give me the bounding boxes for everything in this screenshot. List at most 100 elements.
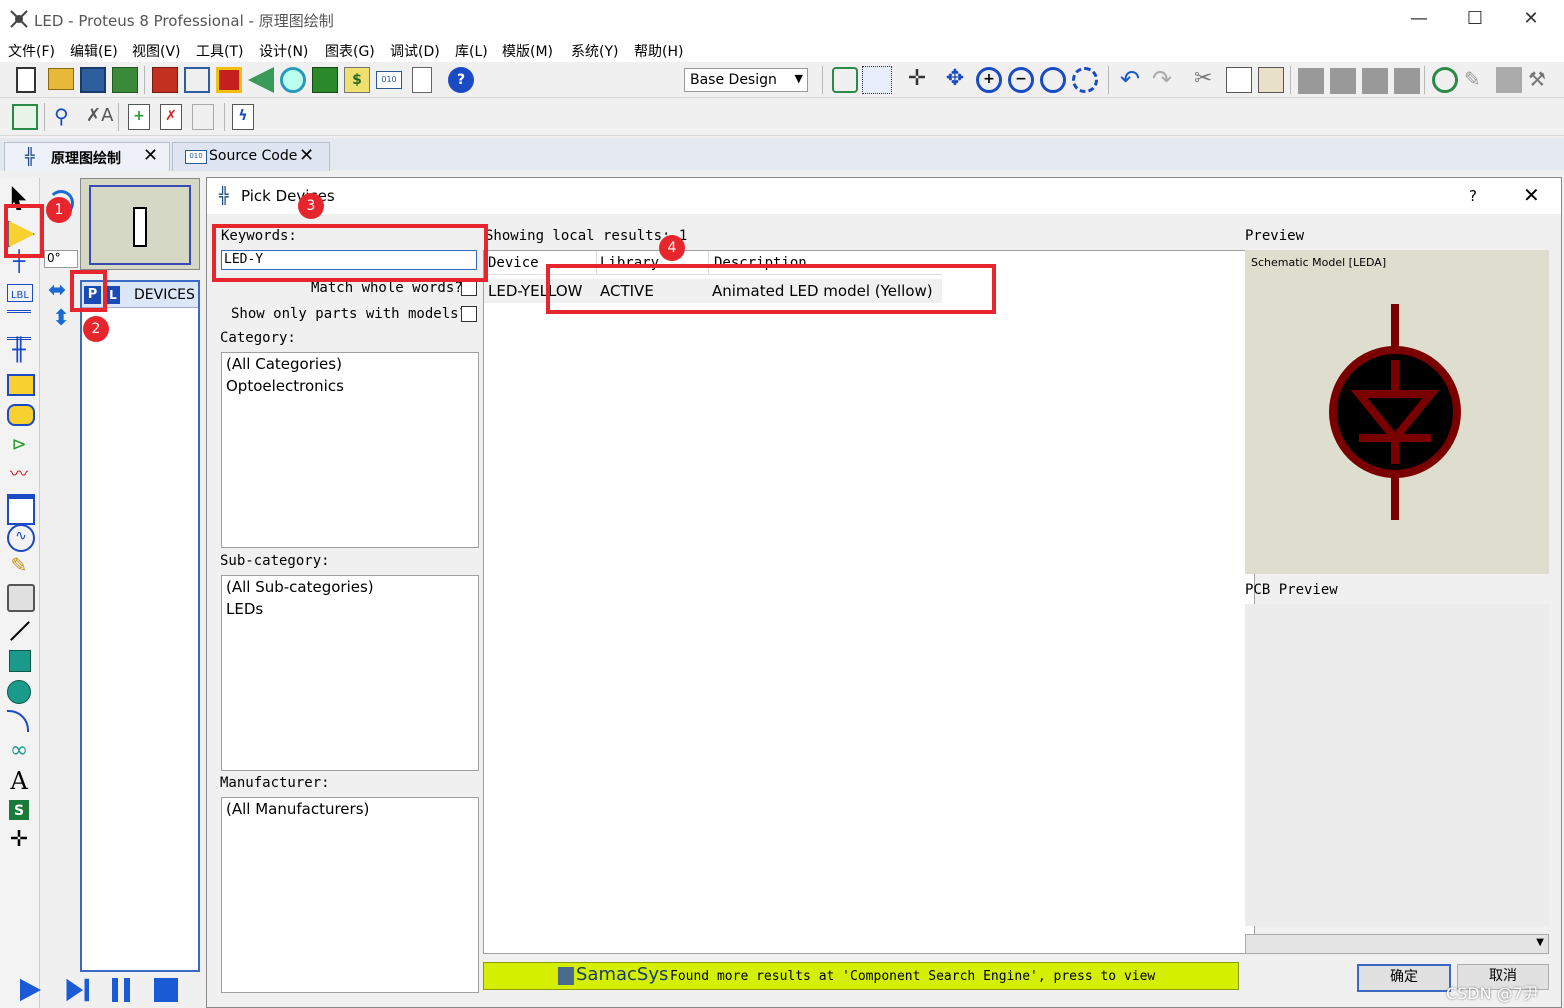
angle-field[interactable]: 0° <box>44 250 78 268</box>
virtual-instrument-icon[interactable] <box>7 584 35 612</box>
circle-tool-icon[interactable] <box>7 680 31 704</box>
graph-icon[interactable]: 〰 <box>7 464 31 488</box>
flip-vertical-icon[interactable]: ⬍ <box>52 306 70 331</box>
sheet-hierarchy-icon[interactable] <box>192 104 214 130</box>
new-file-icon[interactable] <box>16 67 36 93</box>
menu-debug[interactable]: 调试(D) <box>390 41 440 61</box>
component-search-banner[interactable]: SamacSys Found more results at 'Componen… <box>483 962 1239 990</box>
pause-button[interactable] <box>112 978 118 1002</box>
subcircuit-icon[interactable] <box>7 374 35 396</box>
ok-button[interactable]: 确定 <box>1357 964 1451 992</box>
schematic-icon[interactable] <box>184 67 210 93</box>
design-select[interactable]: Base Design ▼ <box>684 68 808 92</box>
new-sheet-icon[interactable]: + <box>128 104 150 130</box>
dialog-help-button[interactable]: ? <box>1469 187 1477 205</box>
bus-icon[interactable]: ╫ <box>7 340 31 364</box>
pick-parts-icon[interactable] <box>1432 67 1458 93</box>
menu-help[interactable]: 帮助(H) <box>634 41 683 61</box>
open-folder-icon[interactable] <box>48 68 74 90</box>
list-item[interactable]: (All Sub-categories) <box>222 576 478 598</box>
list-item[interactable]: (All Categories) <box>222 353 478 375</box>
copy-icon[interactable] <box>1226 67 1252 93</box>
close-project-icon[interactable] <box>112 67 138 93</box>
decompose-icon[interactable]: ⚒ <box>1528 67 1554 93</box>
pan-icon[interactable]: ✥ <box>942 67 968 93</box>
tab-source-code[interactable]: 010 Source Code ✕ <box>172 142 330 171</box>
save-icon[interactable] <box>80 67 106 93</box>
symbol-tool-icon[interactable]: S <box>9 800 29 820</box>
close-tab-icon[interactable]: ✕ <box>299 145 314 166</box>
footprint-select[interactable]: ▼ <box>1245 934 1549 954</box>
grid-toggle-icon[interactable] <box>862 66 892 94</box>
terminal-icon[interactable] <box>7 404 35 426</box>
pcb-layout-icon[interactable] <box>216 67 242 93</box>
dialog-close-button[interactable]: ✕ <box>1523 183 1540 207</box>
redo-icon[interactable]: ↷ <box>1152 67 1178 93</box>
menu-tools[interactable]: 工具(T) <box>196 41 243 61</box>
3d-viewer-icon[interactable] <box>280 67 306 93</box>
probe-icon[interactable]: ✎ <box>7 554 31 578</box>
path-tool-icon[interactable]: ∞ <box>7 740 31 764</box>
text-script-icon[interactable] <box>7 310 31 340</box>
text-tool-icon[interactable]: A <box>7 768 31 794</box>
menu-template[interactable]: 模版(M) <box>502 41 553 61</box>
make-device-icon[interactable]: ✎ <box>1464 67 1490 93</box>
maximize-button[interactable]: ☐ <box>1452 4 1498 34</box>
device-pin-icon[interactable]: ⊳ <box>7 434 31 458</box>
results-table[interactable]: Device Library Description LED-YELLOW AC… <box>483 250 1255 954</box>
close-tab-icon[interactable]: ✕ <box>143 145 158 166</box>
search-icon[interactable]: ⚲ <box>54 104 80 130</box>
device-selector[interactable]: P L DEVICES <box>80 280 200 972</box>
paste-icon[interactable] <box>1258 67 1284 93</box>
menu-graph[interactable]: 图表(G) <box>325 41 375 61</box>
minimize-button[interactable]: — <box>1396 4 1442 34</box>
generator-icon[interactable]: ∿ <box>7 524 35 552</box>
show-only-checkbox[interactable] <box>461 306 477 322</box>
line-tool-icon[interactable] <box>10 621 30 641</box>
zoom-out-icon[interactable]: − <box>1008 67 1034 93</box>
zoom-in-icon[interactable]: + <box>976 67 1002 93</box>
origin-icon[interactable]: ✛ <box>904 67 930 93</box>
refresh-icon[interactable] <box>832 67 858 93</box>
menu-library[interactable]: 库(L) <box>455 41 488 61</box>
step-button[interactable] <box>66 978 89 1002</box>
close-window-button[interactable]: ✕ <box>1508 4 1554 34</box>
list-item[interactable]: LEDs <box>222 598 478 620</box>
home-icon[interactable] <box>152 67 178 93</box>
column-device[interactable]: Device <box>488 255 539 271</box>
subcategory-list[interactable]: (All Sub-categories) LEDs <box>221 575 479 771</box>
packaging-tool-icon[interactable] <box>1496 67 1522 93</box>
block-copy-icon[interactable] <box>1298 68 1324 94</box>
menu-file[interactable]: 文件(F) <box>8 41 55 61</box>
overview-window[interactable] <box>80 178 200 270</box>
tab-schematic[interactable]: ╬ 原理图绘制 ✕ <box>4 142 170 171</box>
block-delete-icon[interactable] <box>1394 68 1420 94</box>
active-popup-icon[interactable] <box>7 494 35 525</box>
property-assignment-icon[interactable]: ✗A <box>86 104 113 130</box>
wire-label-icon[interactable]: LBL <box>7 284 33 302</box>
help-icon[interactable]: ? <box>448 67 474 93</box>
marker-tool-icon[interactable]: ✛ <box>7 828 31 852</box>
block-move-icon[interactable] <box>1330 68 1356 94</box>
project-notes-icon[interactable] <box>412 67 432 93</box>
menu-system[interactable]: 系统(Y) <box>571 41 618 61</box>
block-rotate-icon[interactable] <box>1362 68 1388 94</box>
source-code-icon[interactable]: 010 <box>376 71 402 89</box>
library-l-button[interactable]: L <box>106 286 120 304</box>
list-item[interactable]: (All Manufacturers) <box>222 798 478 820</box>
menu-design[interactable]: 设计(N) <box>259 41 308 61</box>
bill-of-materials-icon[interactable]: $ <box>344 67 370 93</box>
menu-edit[interactable]: 编辑(E) <box>70 41 118 61</box>
cut-icon[interactable]: ✂ <box>1194 67 1220 93</box>
list-item[interactable]: Optoelectronics <box>222 375 478 397</box>
zoom-area-icon[interactable] <box>1072 67 1098 93</box>
design-explorer-icon[interactable] <box>12 104 38 130</box>
flip-horizontal-icon[interactable]: ⬌ <box>48 278 66 303</box>
arc-tool-icon[interactable] <box>7 710 29 732</box>
simulation-icon[interactable] <box>248 67 274 93</box>
category-list[interactable]: (All Categories) Optoelectronics <box>221 352 479 548</box>
box-tool-icon[interactable] <box>9 650 31 672</box>
remove-sheet-icon[interactable]: ✗ <box>160 104 182 130</box>
netlist-icon[interactable]: ϟ <box>232 104 254 130</box>
manufacturer-list[interactable]: (All Manufacturers) <box>221 797 479 993</box>
